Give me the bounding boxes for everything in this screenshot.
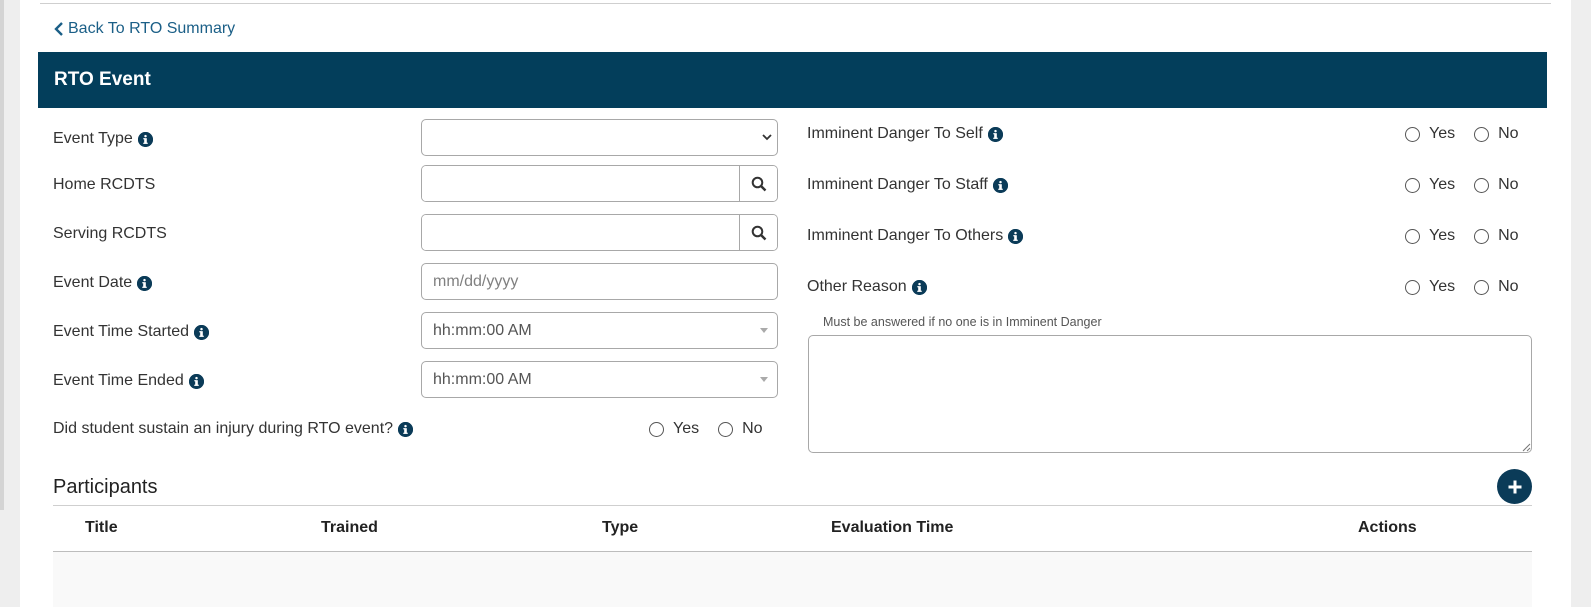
back-to-summary-link[interactable]: Back To RTO Summary <box>54 20 235 38</box>
danger-self-label: Imminent Danger To Self <box>807 125 1003 143</box>
column-header-type[interactable]: Type <box>602 519 638 537</box>
danger-staff-label: Imminent Danger To Staff <box>807 176 1008 194</box>
participants-top-divider <box>53 505 1532 506</box>
injury-question-label: Did student sustain an injury during RTO… <box>53 420 414 438</box>
participants-heading: Participants <box>53 476 158 498</box>
chevron-down-icon <box>762 134 772 141</box>
danger-self-no-option[interactable]: No <box>1474 125 1519 143</box>
danger-self-no-radio[interactable] <box>1474 126 1490 142</box>
injury-yes-radio[interactable] <box>649 421 664 437</box>
chevron-left-icon <box>54 22 63 36</box>
info-icon[interactable] <box>987 126 1003 142</box>
home-rcdts-field <box>421 165 778 202</box>
danger-others-yes-option[interactable]: Yes <box>1405 227 1455 245</box>
info-icon[interactable] <box>188 373 204 389</box>
column-header-title[interactable]: Title <box>85 519 118 537</box>
other-reason-yes-radio[interactable] <box>1405 279 1420 295</box>
top-divider <box>40 3 1551 4</box>
other-reason-yes-option[interactable]: Yes <box>1405 278 1455 296</box>
event-type-select[interactable] <box>421 119 778 156</box>
event-time-ended-picker[interactable]: hh:mm:00 AM <box>421 361 778 398</box>
other-reason-textarea[interactable] <box>808 335 1532 453</box>
section-header: RTO Event <box>38 52 1547 108</box>
event-time-started-label: Event Time Started <box>53 323 210 341</box>
event-type-label: Event Type <box>53 130 153 148</box>
other-reason-label: Other Reason <box>807 278 927 296</box>
serving-rcdts-search-button[interactable] <box>739 215 777 250</box>
danger-staff-radio-group: Yes No <box>1405 176 1519 194</box>
column-header-actions[interactable]: Actions <box>1358 519 1417 537</box>
resize-handle-icon[interactable] <box>1521 442 1531 452</box>
info-icon[interactable] <box>137 131 153 147</box>
info-icon[interactable] <box>194 324 210 340</box>
other-reason-no-radio[interactable] <box>1474 279 1490 295</box>
time-started-value: hh:mm:00 AM <box>433 321 532 339</box>
event-date-label: Event Date <box>53 274 153 292</box>
home-rcdts-search-button[interactable] <box>739 166 777 201</box>
danger-staff-yes-option[interactable]: Yes <box>1405 176 1455 194</box>
search-icon <box>751 176 766 191</box>
other-reason-hint: Must be answered if no one is in Imminen… <box>823 315 1102 329</box>
serving-rcdts-field <box>421 214 778 251</box>
danger-others-no-radio[interactable] <box>1474 228 1490 244</box>
danger-others-no-option[interactable]: No <box>1474 227 1519 245</box>
danger-others-yes-radio[interactable] <box>1405 228 1420 244</box>
danger-staff-no-radio[interactable] <box>1474 177 1490 193</box>
plus-icon <box>1508 480 1521 493</box>
info-icon[interactable] <box>137 275 153 291</box>
event-time-ended-label: Event Time Ended <box>53 372 204 390</box>
danger-self-yes-option[interactable]: Yes <box>1405 125 1455 143</box>
danger-staff-yes-radio[interactable] <box>1405 177 1420 193</box>
home-rcdts-input[interactable] <box>422 166 739 201</box>
dropdown-arrow-icon <box>760 377 768 382</box>
home-rcdts-label: Home RCDTS <box>53 176 156 193</box>
column-header-evaluation-time[interactable]: Evaluation Time <box>831 519 953 537</box>
event-time-started-picker[interactable]: hh:mm:00 AM <box>421 312 778 349</box>
other-reason-radio-group: Yes No <box>1405 278 1519 296</box>
other-reason-no-option[interactable]: No <box>1474 278 1519 296</box>
danger-others-radio-group: Yes No <box>1405 227 1519 245</box>
participants-table-body <box>53 552 1532 607</box>
danger-self-radio-group: Yes No <box>1405 125 1519 143</box>
back-link-label: Back To RTO Summary <box>68 20 236 37</box>
danger-others-label: Imminent Danger To Others <box>807 227 1024 245</box>
injury-yes-option[interactable]: Yes <box>649 420 699 438</box>
event-date-input[interactable] <box>421 263 778 300</box>
dropdown-arrow-icon <box>760 328 768 333</box>
danger-self-yes-radio[interactable] <box>1405 126 1420 142</box>
danger-staff-no-option[interactable]: No <box>1474 176 1519 194</box>
time-ended-value: hh:mm:00 AM <box>433 370 532 388</box>
page-title: RTO Event <box>54 69 151 90</box>
injury-no-radio[interactable] <box>718 421 734 437</box>
add-participant-button[interactable] <box>1497 469 1532 504</box>
info-icon[interactable] <box>1008 228 1024 244</box>
info-icon[interactable] <box>398 421 414 437</box>
injury-radio-group: Yes No <box>649 420 763 438</box>
search-icon <box>751 225 766 240</box>
left-edge-strip <box>0 0 4 510</box>
serving-rcdts-input[interactable] <box>422 215 739 250</box>
column-header-trained[interactable]: Trained <box>321 519 378 537</box>
info-icon[interactable] <box>911 279 927 295</box>
serving-rcdts-label: Serving RCDTS <box>53 225 167 242</box>
info-icon[interactable] <box>992 177 1008 193</box>
injury-no-option[interactable]: No <box>718 420 763 438</box>
